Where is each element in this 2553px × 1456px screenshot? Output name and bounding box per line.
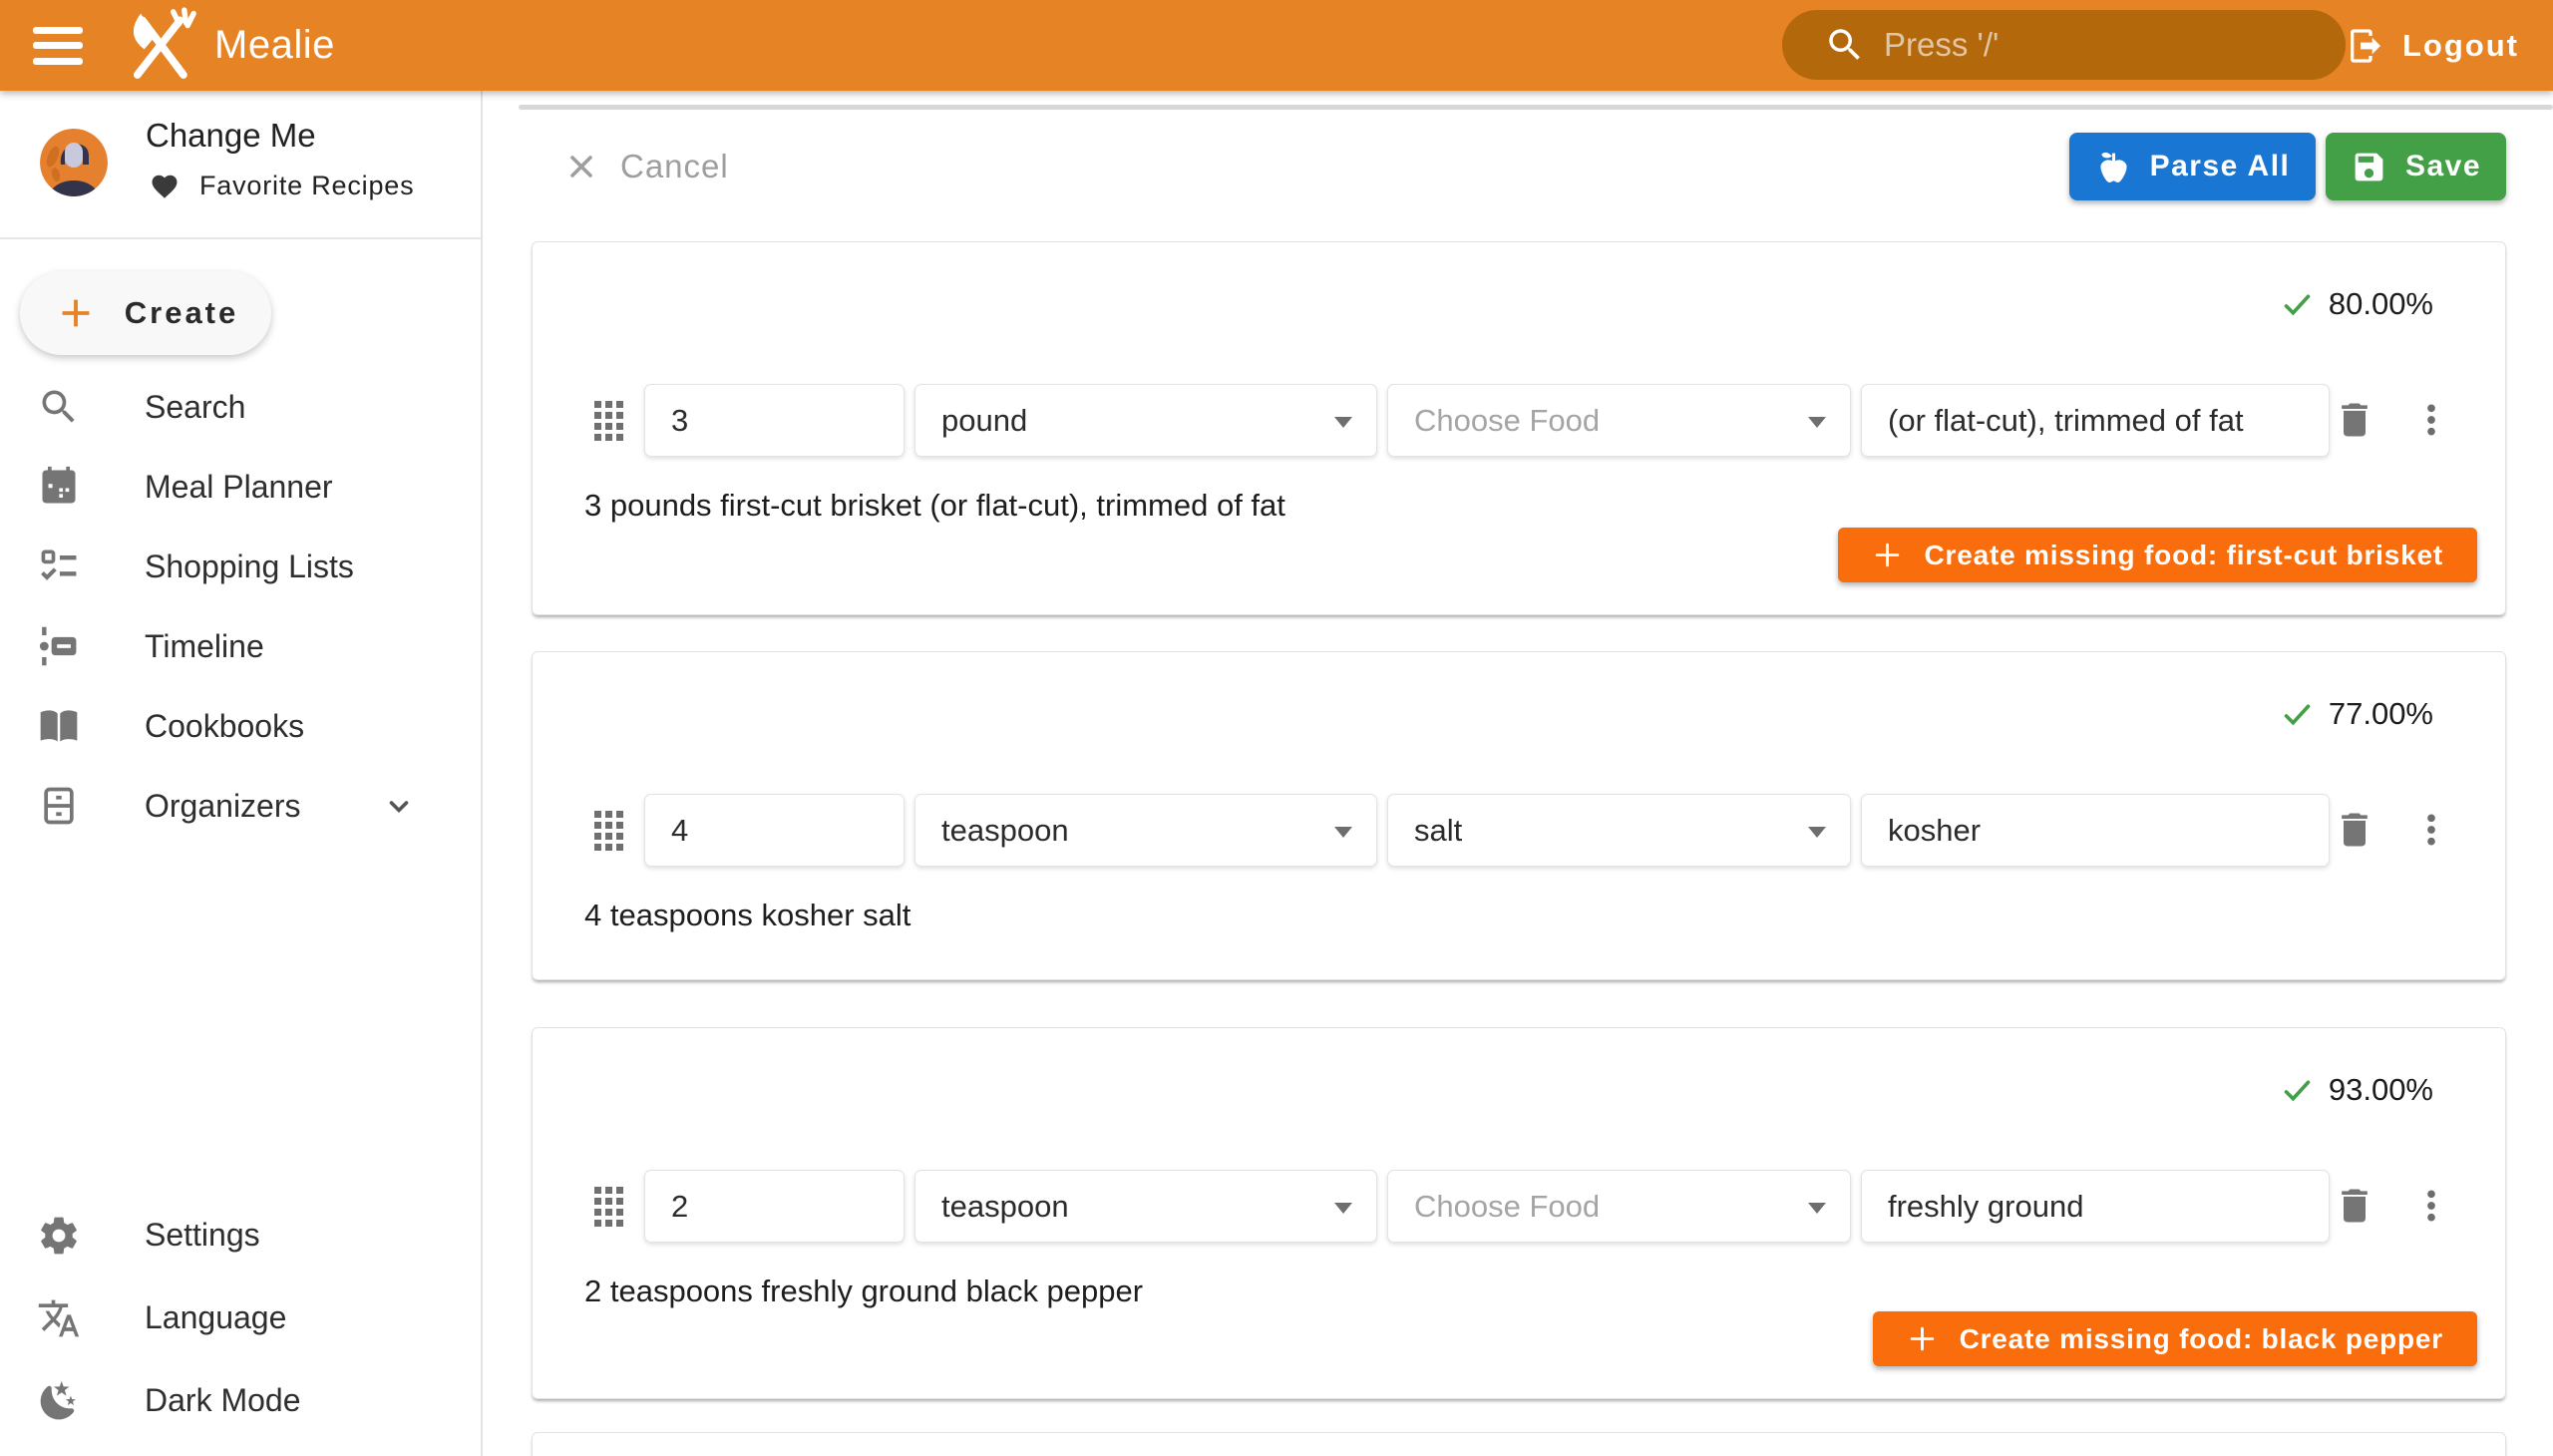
cancel-button[interactable]: Cancel <box>563 133 729 200</box>
checklist-icon <box>37 545 81 588</box>
sidebar-item-timeline[interactable]: Timeline <box>0 606 481 686</box>
chevron-down-icon <box>1334 827 1352 838</box>
ingredient-row: teaspoon salt <box>533 794 2505 867</box>
quantity-input[interactable] <box>671 813 878 849</box>
confidence-indicator: 80.00% <box>2281 286 2433 322</box>
apple-icon <box>2095 149 2132 185</box>
sidebar-item-cookbooks[interactable]: Cookbooks <box>0 686 481 766</box>
drag-handle-icon[interactable] <box>594 401 623 441</box>
chevron-down-icon <box>1808 417 1826 428</box>
drag-handle-icon[interactable] <box>594 1187 623 1227</box>
logout-label: Logout <box>2402 28 2519 64</box>
heart-icon <box>150 172 180 201</box>
plus-icon <box>1907 1323 1938 1354</box>
food-select[interactable]: Choose Food <box>1387 384 1851 457</box>
logout-icon <box>2346 26 2385 66</box>
favorite-recipes-label: Favorite Recipes <box>199 171 414 201</box>
confidence-value: 93.00% <box>2329 1072 2433 1108</box>
user-name: Change Me <box>146 117 316 155</box>
note-input[interactable] <box>1888 403 2303 439</box>
ingredient-card: 77.00% teaspoon salt 4 teaspoons kosher … <box>532 651 2506 980</box>
quantity-input[interactable] <box>671 403 878 439</box>
save-button[interactable]: Save <box>2326 133 2506 200</box>
unit-select[interactable]: teaspoon <box>914 794 1377 867</box>
check-icon <box>2281 698 2314 731</box>
note-input[interactable] <box>1888 813 2303 849</box>
delete-icon[interactable] <box>2333 398 2376 442</box>
confidence-indicator: 77.00% <box>2281 696 2433 732</box>
search-icon <box>1824 24 1866 66</box>
original-ingredient-text: 3 pounds first-cut brisket (or flat-cut)… <box>584 488 1285 524</box>
sidebar-item-language[interactable]: Language <box>0 1276 481 1359</box>
ingredient-card: 80.00% pound Choose Food 3 pounds first-… <box>532 241 2506 615</box>
confidence-value: 77.00% <box>2329 696 2433 732</box>
app-title: Mealie <box>214 23 335 68</box>
global-search[interactable] <box>1782 10 2346 80</box>
main-content: Cancel Parse All Save 80.00% pound Choos… <box>483 91 2553 1456</box>
create-missing-food-button[interactable]: Create missing food: black pepper <box>1873 1311 2477 1366</box>
gear-icon <box>37 1214 81 1258</box>
chevron-down-icon <box>1808 827 1826 838</box>
delete-icon[interactable] <box>2333 808 2376 852</box>
plus-icon <box>53 290 99 336</box>
moon-icon <box>37 1379 81 1423</box>
sidebar-item-settings[interactable]: Settings <box>0 1194 481 1276</box>
close-icon <box>563 149 599 184</box>
content-top-divider <box>519 105 2553 110</box>
check-icon <box>2281 1074 2314 1107</box>
plus-icon <box>1872 540 1903 570</box>
sidebar-item-meal-planner[interactable]: Meal Planner <box>0 447 481 527</box>
sidebar-footer-nav: Settings Language Dark Mode <box>0 1194 481 1442</box>
chevron-down-icon <box>1334 1203 1352 1214</box>
unit-select[interactable]: teaspoon <box>914 1170 1377 1243</box>
translate-icon <box>37 1296 81 1340</box>
ingredient-card: 93.00% teaspoon Choose Food 2 teaspoons … <box>532 1027 2506 1399</box>
note-input[interactable] <box>1888 1189 2303 1225</box>
ingredient-row: pound Choose Food <box>533 384 2505 457</box>
logout-button[interactable]: Logout <box>2334 0 2531 91</box>
sidebar-item-dark-mode[interactable]: Dark Mode <box>0 1359 481 1442</box>
kebab-menu-icon[interactable] <box>2411 810 2451 850</box>
sidebar-item-search[interactable]: Search <box>0 367 481 447</box>
ingredient-card-partial <box>532 1432 2506 1456</box>
favorite-recipes-link[interactable]: Favorite Recipes <box>150 171 414 201</box>
mealie-logo-icon <box>119 5 200 87</box>
create-missing-food-button[interactable]: Create missing food: first-cut brisket <box>1838 528 2477 582</box>
quantity-input[interactable] <box>671 1189 878 1225</box>
sidebar-item-shopping-lists[interactable]: Shopping Lists <box>0 527 481 606</box>
search-input[interactable] <box>1884 26 2316 64</box>
confidence-value: 80.00% <box>2329 286 2433 322</box>
confidence-indicator: 93.00% <box>2281 1072 2433 1108</box>
check-icon <box>2281 288 2314 321</box>
ingredient-row: teaspoon Choose Food <box>533 1170 2505 1243</box>
sidebar-item-organizers[interactable]: Organizers <box>0 766 481 846</box>
search-icon <box>37 385 81 429</box>
topbar: Mealie Logout <box>0 0 2553 91</box>
create-label: Create <box>125 295 239 331</box>
delete-icon[interactable] <box>2333 1184 2376 1228</box>
parse-all-button[interactable]: Parse All <box>2069 133 2316 200</box>
sidebar-divider <box>0 237 481 239</box>
avatar[interactable] <box>40 129 108 196</box>
create-button[interactable]: Create <box>20 271 271 355</box>
kebab-menu-icon[interactable] <box>2411 1186 2451 1226</box>
food-select[interactable]: Choose Food <box>1387 1170 1851 1243</box>
save-icon <box>2351 149 2387 185</box>
original-ingredient-text: 4 teaspoons kosher salt <box>584 898 911 933</box>
sidebar-nav: Search Meal Planner Shopping Lists <box>0 367 481 846</box>
chevron-down-icon <box>1808 1203 1826 1214</box>
kebab-menu-icon[interactable] <box>2411 400 2451 440</box>
timeline-icon <box>37 624 81 668</box>
hamburger-menu-icon[interactable] <box>33 27 83 65</box>
original-ingredient-text: 2 teaspoons freshly ground black pepper <box>584 1274 1143 1309</box>
sidebar: Change Me Favorite Recipes Create Search… <box>0 91 483 1456</box>
unit-select[interactable]: pound <box>914 384 1377 457</box>
cabinet-icon <box>37 784 81 828</box>
calendar-icon <box>37 465 81 509</box>
open-book-icon <box>37 704 81 748</box>
drag-handle-icon[interactable] <box>594 811 623 851</box>
chevron-down-icon <box>381 788 417 824</box>
chevron-down-icon <box>1334 417 1352 428</box>
food-select[interactable]: salt <box>1387 794 1851 867</box>
